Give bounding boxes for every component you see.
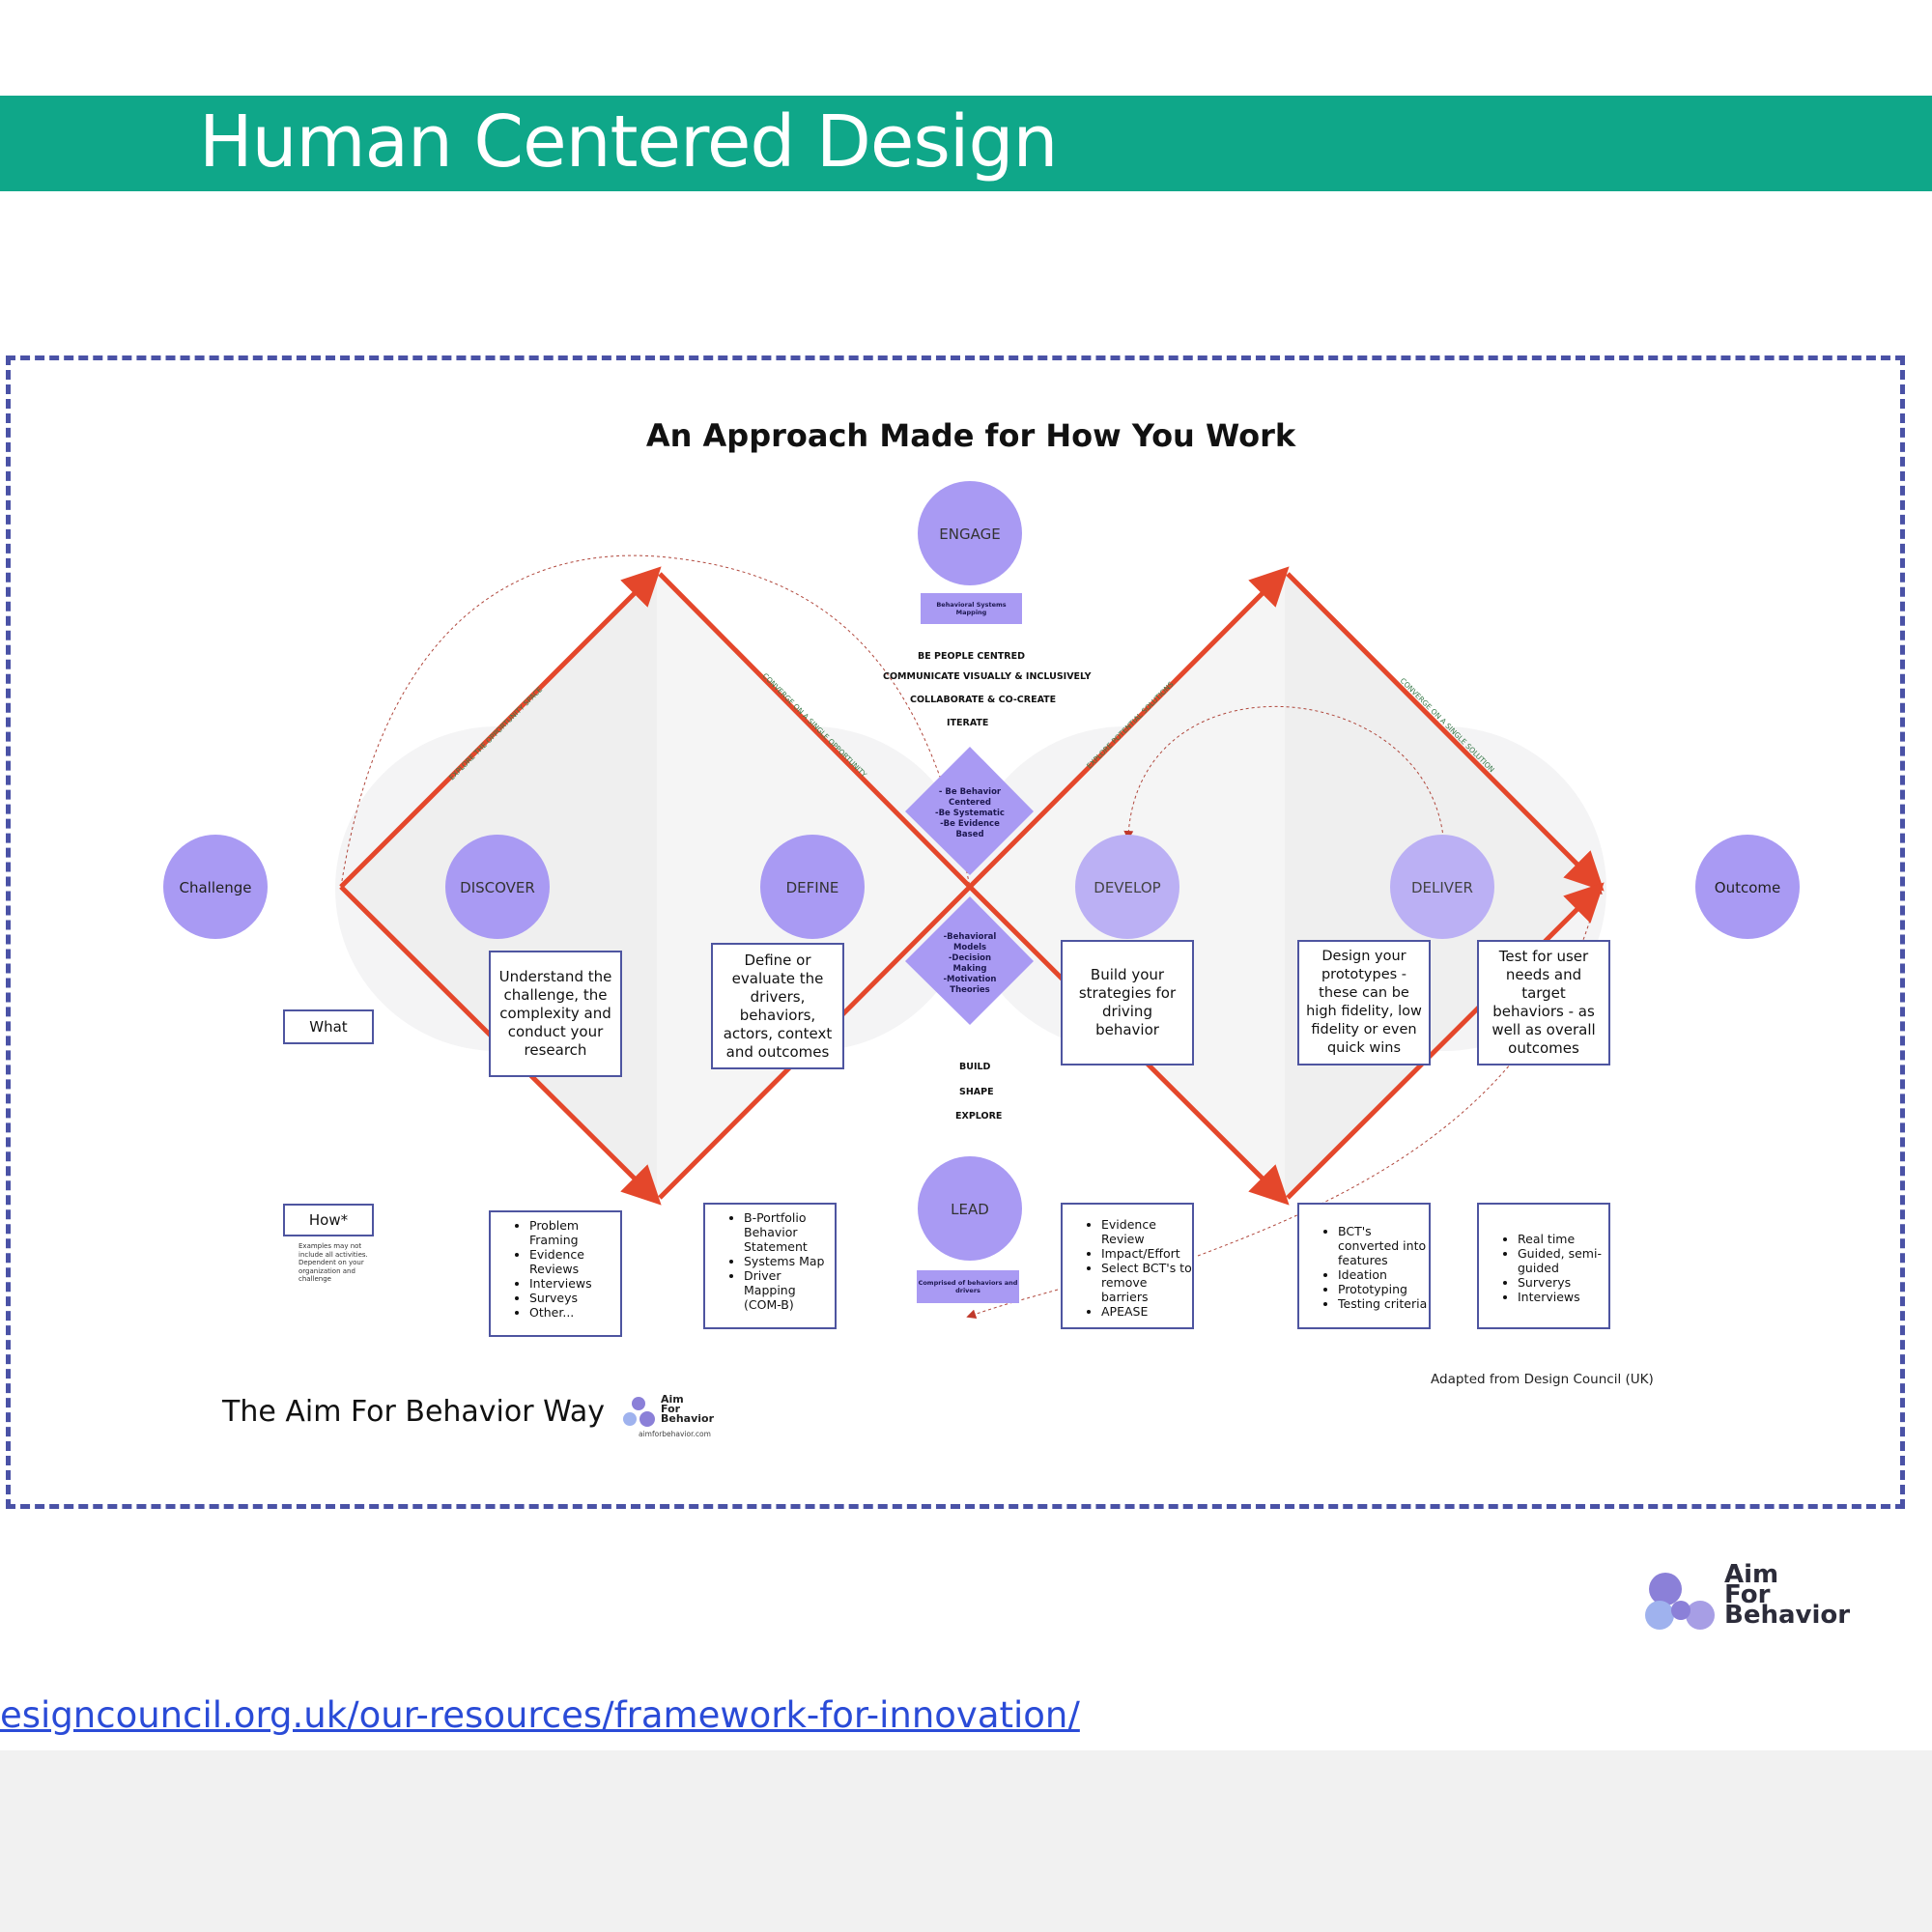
brand-url: aimforbehavior.com (639, 1430, 711, 1438)
what-box-develop: Build your strategies for driving behavi… (1061, 940, 1194, 1065)
diamond-bottom-line-2: Models (953, 943, 986, 952)
node-discover-label: DISCOVER (460, 879, 535, 896)
logo-wordmark: Aim For Behavior (1724, 1562, 1851, 1630)
engage-box: Behavioral Systems Mapping (921, 593, 1022, 624)
how-item: Guided, semi-guided (1518, 1246, 1608, 1275)
how-note-line: challenge (298, 1275, 331, 1283)
what-box-define: Define or evaluate the drivers, behavior… (711, 943, 844, 1069)
how-item: Driver Mapping (COM-B) (744, 1268, 835, 1312)
how-box-deliver: BCT's converted into features Ideation P… (1297, 1203, 1431, 1329)
diamond-bottom-line-6: Theories (950, 985, 989, 995)
credit-text: Adapted from Design Council (UK) (1431, 1372, 1654, 1387)
how-item: Other... (529, 1305, 620, 1320)
brand-small-line: Behavior (661, 1412, 715, 1425)
diamond-top-line-3: -Be Systematic (935, 809, 1005, 818)
how-item: Interviews (1518, 1290, 1608, 1304)
how-item: Select BCT's to remove barriers (1101, 1261, 1192, 1304)
how-item: Testing criteria (1338, 1296, 1429, 1311)
how-note: Examples may not include all activities.… (298, 1242, 368, 1284)
how-item: B-Portfolio Behavior Statement (744, 1210, 835, 1254)
how-item: Prototyping (1338, 1282, 1429, 1296)
design-council-link[interactable]: esigncouncil.org.uk/our-resources/framew… (0, 1694, 1080, 1736)
diamond-top-line-5: Based (955, 830, 983, 839)
logo-line: Behavior (1724, 1601, 1851, 1630)
lead-action-build: BUILD (959, 1062, 991, 1072)
principle-1: BE PEOPLE CENTRED (918, 651, 1025, 662)
diamond-bottom-line-5: -Motivation (944, 975, 997, 984)
how-item: Ideation (1338, 1267, 1429, 1282)
how-item: Systems Map (744, 1254, 835, 1268)
how-box-discover: Problem Framing Evidence Reviews Intervi… (489, 1210, 622, 1337)
diamond-bottom-line-3: -Decision (949, 953, 991, 963)
diamond-bottom-line-4: Making (953, 964, 987, 974)
brand-mark-small (623, 1397, 655, 1427)
diamond-top-line-2: Centered (949, 798, 991, 808)
diagram-title: An Approach Made for How You Work (645, 417, 1296, 454)
how-item: Interviews (529, 1276, 620, 1291)
how-label: How* (283, 1204, 374, 1236)
lead-action-explore: EXPLORE (955, 1111, 1003, 1122)
node-outcome-label: Outcome (1715, 879, 1780, 896)
how-item: Evidence Reviews (529, 1247, 620, 1276)
how-item: Surverys (1518, 1275, 1608, 1290)
how-box-define: B-Portfolio Behavior Statement Systems M… (703, 1203, 837, 1329)
lead-action-shape: SHAPE (959, 1087, 994, 1097)
how-item: Evidence Review (1101, 1217, 1192, 1246)
node-deliver-label: DELIVER (1411, 879, 1473, 896)
diamond-bottom-line-1: -Behavioral (944, 932, 997, 942)
principle-2: COMMUNICATE VISUALLY & INCLUSIVELY (883, 671, 1092, 682)
principle-3: COLLABORATE & CO-CREATE (910, 695, 1057, 705)
node-challenge-label: Challenge (180, 879, 252, 896)
how-note-line: Dependent on your (298, 1259, 364, 1266)
how-box-develop: Evidence Review Impact/Effort Select BCT… (1061, 1203, 1194, 1329)
diamond-top-line-1: - Be Behavior (939, 787, 1002, 797)
how-note-line: organization and (298, 1266, 355, 1275)
lead-box: Comprised of behaviors and drivers (917, 1270, 1019, 1303)
node-engage-label: ENGAGE (939, 526, 1000, 543)
node-lead-label: LEAD (951, 1201, 989, 1218)
how-note-line: include all activities. (298, 1250, 368, 1259)
how-item: Impact/Effort (1101, 1246, 1192, 1261)
brand-line: The Aim For Behavior Way (222, 1395, 605, 1429)
what-box-discover: Understand the challenge, the complexity… (489, 951, 622, 1077)
how-item: Real time (1518, 1232, 1608, 1246)
brand-wordmark-small: Aim For Behavior (661, 1394, 715, 1425)
how-box-outcome: Real time Guided, semi-guided Surverys I… (1477, 1203, 1610, 1329)
diagram-canvas: EXPLORE THE OPPORTUNITY SPACE CONVERGE O… (163, 481, 1800, 1630)
brand-mark-large (1645, 1573, 1715, 1630)
node-define-label: DEFINE (786, 879, 839, 896)
node-develop-label: DEVELOP (1094, 879, 1160, 896)
what-box-outcome: Test for user needs and target behaviors… (1477, 940, 1610, 1065)
diamond-top-line-4: -Be Evidence (940, 819, 1000, 829)
how-note-line: Examples may not (298, 1242, 362, 1250)
how-item: BCT's converted into features (1338, 1224, 1429, 1267)
how-item: APEASE (1101, 1304, 1192, 1319)
what-label: What (283, 1009, 374, 1044)
what-box-deliver: Design your prototypes - these can be hi… (1297, 940, 1431, 1065)
how-item: Problem Framing (529, 1218, 620, 1247)
how-item: Surveys (529, 1291, 620, 1305)
principle-4: ITERATE (947, 718, 989, 728)
